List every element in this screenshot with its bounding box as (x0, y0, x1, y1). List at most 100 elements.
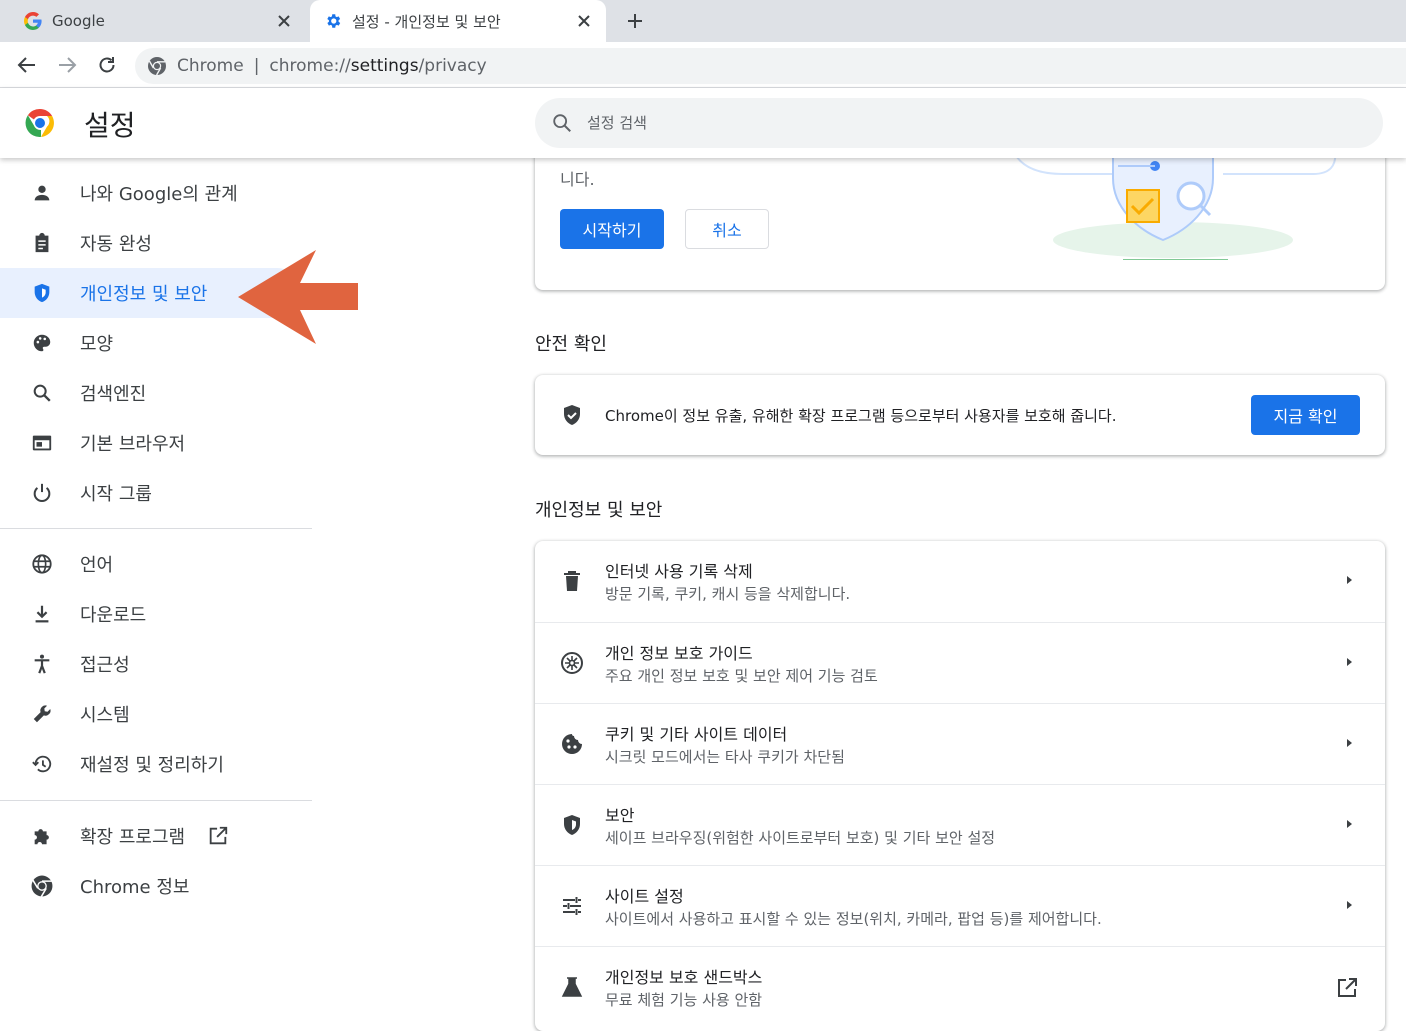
flask-icon (561, 977, 583, 997)
close-icon (278, 15, 290, 27)
cookie-icon (562, 734, 582, 754)
row-subtitle: 세이프 브라우징(위험한 사이트로부터 보호) 및 기타 보안 설정 (605, 829, 996, 847)
row-title: 사이트 설정 (605, 887, 684, 906)
sidebar-item-label: 기본 브라우저 (80, 434, 186, 455)
sidebar-item-default-browser[interactable]: 기본 브라우저 (0, 418, 312, 468)
sidebar-item-label: 시작 그룹 (80, 484, 152, 505)
chevron-right-icon (1347, 820, 1352, 828)
sidebar-item-label: 시스템 (80, 705, 130, 726)
google-icon (24, 12, 42, 30)
sidebar-item-reset[interactable]: 재설정 및 정리하기 (0, 739, 312, 789)
toolbar: Chrome | chrome://settings/privacy (0, 42, 1406, 88)
sidebar-item-you-and-google[interactable]: 나와 Google의 관계 (0, 168, 312, 218)
close-tab-button[interactable] (572, 9, 596, 33)
page-title: 설정 (84, 109, 136, 142)
sidebar-item-extensions[interactable]: 확장 프로그램 (0, 811, 312, 861)
tab-strip: Google 설정 - 개인정보 및 보안 (0, 0, 1406, 42)
address-bar[interactable]: Chrome | chrome://settings/privacy (135, 48, 1406, 84)
forward-button[interactable] (53, 51, 81, 79)
section-title-privacy: 개인정보 및 보안 (535, 500, 663, 521)
search-input[interactable] (587, 114, 1287, 132)
url-path: /privacy (418, 56, 487, 76)
sidebar-item-label: 접근성 (80, 655, 130, 676)
sidebar-item-label: 언어 (80, 555, 114, 576)
sidebar-item-label: 다운로드 (80, 605, 147, 626)
compass-icon (561, 652, 583, 674)
row-privacy-sandbox[interactable]: 개인정보 보호 샌드박스 무료 체험 기능 사용 안함 (535, 946, 1385, 1027)
shield-icon (564, 815, 580, 835)
back-button[interactable] (13, 51, 41, 79)
row-subtitle: 시크릿 모드에서는 타사 쿠키가 차단됨 (605, 748, 845, 766)
tab-google[interactable]: Google (0, 0, 306, 42)
chevron-right-icon (1347, 658, 1352, 666)
sidebar-item-label: 자동 완성 (80, 234, 152, 255)
privacy-guide-promo-card: 니다. 시작하기 취소 (535, 138, 1385, 290)
new-tab-button[interactable] (622, 8, 648, 34)
cancel-button[interactable]: 취소 (685, 209, 769, 249)
sidebar-divider (0, 800, 312, 801)
tune-icon (563, 897, 581, 915)
search-icon (553, 114, 571, 132)
download-icon (35, 605, 49, 623)
tab-title: Google (52, 12, 105, 30)
site-label: Chrome (177, 56, 244, 76)
sidebar-item-search-engine[interactable]: 검색엔진 (0, 368, 312, 418)
sidebar-item-about-chrome[interactable]: Chrome 정보 (0, 861, 312, 911)
wrench-icon (33, 705, 51, 723)
chrome-logo-icon (25, 108, 54, 137)
row-subtitle: 무료 체험 기능 사용 안함 (605, 991, 763, 1009)
history-icon (32, 755, 52, 773)
row-subtitle: 방문 기록, 쿠키, 캐시 등을 삭제합니다. (605, 585, 851, 603)
arrow-right-icon (59, 57, 77, 73)
row-privacy-guide[interactable]: 개인 정보 보호 가이드 주요 개인 정보 보호 및 보안 제어 기능 검토 (535, 622, 1385, 703)
sidebar-item-label: Chrome 정보 (80, 877, 190, 898)
sidebar-item-label: 검색엔진 (80, 384, 147, 405)
gear-icon (327, 14, 341, 28)
sidebar-item-system[interactable]: 시스템 (0, 689, 312, 739)
sidebar-item-on-startup[interactable]: 시작 그룹 (0, 468, 312, 518)
close-tab-button[interactable] (272, 9, 296, 33)
external-link-icon (209, 826, 228, 845)
close-icon (578, 15, 590, 27)
main-content: 니다. 시작하기 취소 안전 확인 Chrome이 정보 유출, 유해한 확장 … (535, 138, 1385, 1031)
browser-window-icon (32, 435, 52, 451)
sidebar-item-accessibility[interactable]: 접근성 (0, 639, 312, 689)
row-title: 보안 (605, 806, 635, 825)
sidebar-item-label: 재설정 및 정리하기 (80, 755, 224, 776)
row-clear-browsing-data[interactable]: 인터넷 사용 기록 삭제 방문 기록, 쿠키, 캐시 등을 삭제합니다. (535, 541, 1385, 622)
trash-icon (564, 571, 580, 591)
start-button[interactable]: 시작하기 (560, 209, 664, 249)
omnibox-separator: | (253, 56, 260, 76)
shield-icon (34, 283, 50, 303)
sidebar-item-downloads[interactable]: 다운로드 (0, 589, 312, 639)
search-icon (33, 384, 51, 402)
chevron-right-icon (1347, 576, 1352, 584)
row-title: 개인정보 보호 샌드박스 (605, 968, 763, 987)
section-title-safety-check: 안전 확인 (535, 334, 607, 355)
external-link-icon (1338, 978, 1357, 997)
row-subtitle: 주요 개인 정보 보호 및 보안 제어 기능 검토 (605, 667, 878, 685)
sidebar-item-label: 확장 프로그램 (80, 827, 186, 848)
settings-search[interactable] (535, 98, 1383, 148)
plus-icon (628, 14, 642, 28)
palette-icon (33, 334, 51, 352)
reload-button[interactable] (93, 51, 121, 79)
row-title: 개인 정보 보호 가이드 (605, 644, 753, 663)
sidebar-item-label: 나와 Google의 관계 (80, 184, 238, 205)
annotation-arrow-icon (238, 250, 358, 344)
tab-settings[interactable]: 설정 - 개인정보 및 보안 (310, 0, 606, 42)
sidebar-item-languages[interactable]: 언어 (0, 539, 312, 589)
sidebar-item-label: 모양 (80, 334, 114, 355)
sidebar-item-label: 개인정보 및 보안 (80, 284, 208, 305)
safety-check-description: Chrome이 정보 유출, 유해한 확장 프로그램 등으로부터 사용자를 보호… (605, 407, 1117, 425)
row-security[interactable]: 보안 세이프 브라우징(위험한 사이트로부터 보호) 및 기타 보안 설정 (535, 784, 1385, 865)
sidebar-divider (0, 528, 312, 529)
chevron-right-icon (1347, 739, 1352, 747)
row-cookies[interactable]: 쿠키 및 기타 사이트 데이터 시크릿 모드에서는 타사 쿠키가 차단됨 (535, 703, 1385, 784)
privacy-settings-list: 인터넷 사용 기록 삭제 방문 기록, 쿠키, 캐시 등을 삭제합니다. 개인 … (535, 541, 1385, 1031)
row-site-settings[interactable]: 사이트 설정 사이트에서 사용하고 표시할 수 있는 정보(위치, 카메라, 팝… (535, 865, 1385, 946)
chrome-icon (148, 57, 166, 76)
row-title: 인터넷 사용 기록 삭제 (605, 562, 753, 581)
settings-header: 설정 (0, 88, 1406, 158)
check-now-button[interactable]: 지금 확인 (1251, 395, 1360, 435)
